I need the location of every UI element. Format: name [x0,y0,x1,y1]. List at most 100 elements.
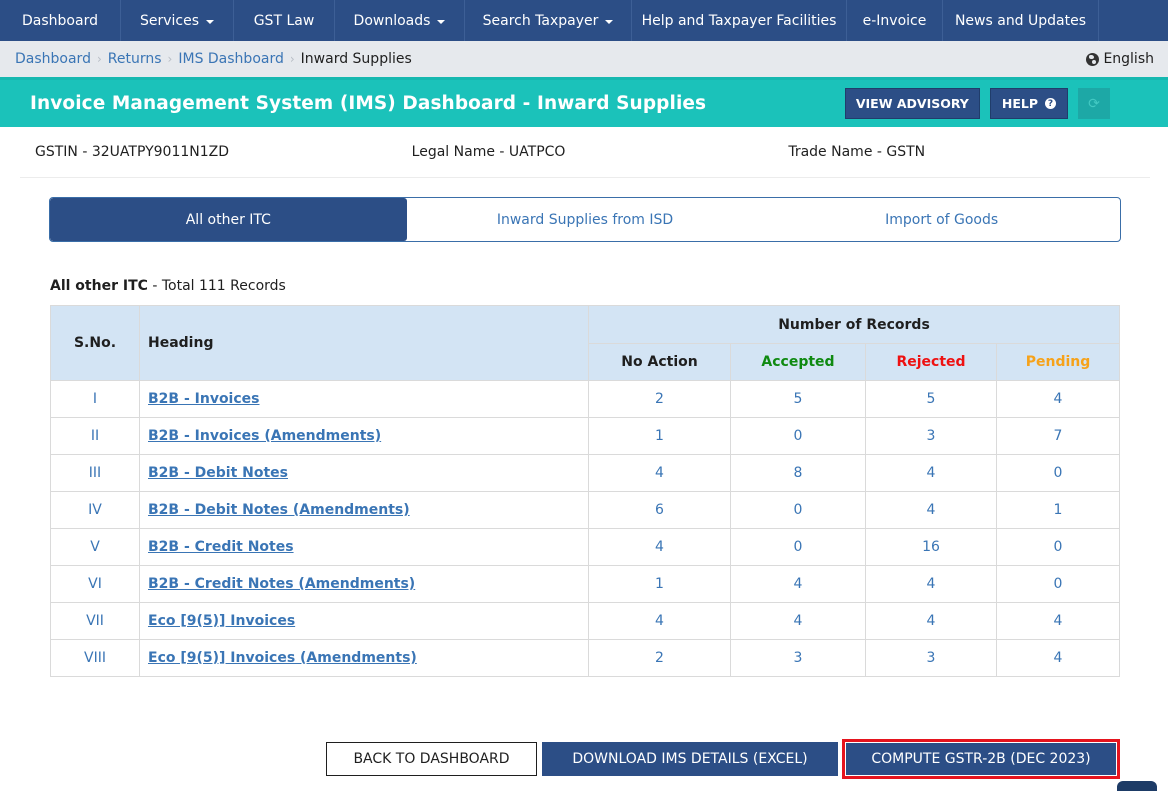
tab-import-of-goods[interactable]: Import of Goods [763,198,1120,241]
pending-count: 4 [996,602,1120,640]
row-sno: IV [50,491,140,529]
back-to-dashboard-button[interactable]: BACK TO DASHBOARD [326,742,537,776]
records-table: S.No. Heading Number of Records No Actio… [50,305,1120,677]
breadcrumb-separator: › [167,52,173,66]
row-sno: VIII [50,639,140,677]
row-heading: B2B - Invoices (Amendments) [139,417,589,455]
breadcrumb: Dashboard › Returns › IMS Dashboard › In… [15,51,412,67]
page-header: Invoice Management System (IMS) Dashboar… [0,77,1168,127]
header-actions: VIEW ADVISORY HELP? ⟳ [844,88,1110,119]
footer-actions: BACK TO DASHBOARD DOWNLOAD IMS DETAILS (… [326,739,1120,779]
breadcrumb-separator: › [289,52,295,66]
col-pending: Pending [996,343,1120,381]
table-row: II B2B - Invoices (Amendments) 1 0 3 7 [50,417,1120,455]
tab-label: Inward Supplies from ISD [496,211,674,228]
col-no-action: No Action [588,343,731,381]
gstin: GSTIN - 32UATPY9011N1ZD [35,144,230,160]
nav-help-taxpayer-facilities[interactable]: Help and Taxpayer Facilities [632,0,847,41]
row-heading: B2B - Credit Notes [139,528,589,566]
breadcrumb-bar: Dashboard › Returns › IMS Dashboard › In… [0,41,1168,77]
records-caption: All other ITC - Total 111 Records [50,278,1168,298]
nav-services[interactable]: Services [121,0,234,41]
breadcrumb-current: Inward Supplies [300,51,412,67]
nav-label: News and Updates [954,12,1087,29]
nav-label: Downloads [353,12,431,29]
help-button[interactable]: HELP? [989,88,1068,119]
row-heading: B2B - Credit Notes (Amendments) [139,565,589,603]
nav-label: Services [139,12,200,29]
tab-inward-supplies-isd[interactable]: Inward Supplies from ISD [407,198,764,241]
col-heading: Heading [139,305,589,381]
col-rejected: Rejected [865,343,997,381]
language-label: English [1103,51,1154,67]
nav-label: GST Law [253,12,315,29]
nav-e-invoice[interactable]: e-Invoice [847,0,943,41]
table-header-row: S.No. Heading Number of Records [50,305,1120,381]
pending-count: 0 [996,454,1120,492]
heading-link-b2b-credit-notes[interactable]: B2B - Credit Notes [148,539,294,555]
caret-down-icon [605,19,614,24]
accepted-count: 3 [730,639,866,677]
compute-gstr2b-button[interactable]: COMPUTE GSTR-2B (DEC 2023) [846,743,1116,775]
accepted-count: 0 [730,417,866,455]
breadcrumb-returns[interactable]: Returns [108,51,162,67]
table-row: IV B2B - Debit Notes (Amendments) 6 0 4 … [50,491,1120,529]
nav-dashboard[interactable]: Dashboard [0,0,121,41]
row-sno: VI [50,565,140,603]
tab-label: All other ITC [185,211,271,228]
breadcrumb-dashboard[interactable]: Dashboard [15,51,91,67]
row-sno: VII [50,602,140,640]
heading-link-b2b-invoices-amendments[interactable]: B2B - Invoices (Amendments) [148,428,381,444]
accepted-count: 5 [730,380,866,418]
row-sno: II [50,417,140,455]
heading-link-b2b-debit-notes-amendments[interactable]: B2B - Debit Notes (Amendments) [148,502,410,518]
heading-link-eco-invoices[interactable]: Eco [9(5)] Invoices [148,613,295,629]
nav-search-taxpayer[interactable]: Search Taxpayer [465,0,632,41]
heading-link-b2b-credit-notes-amendments[interactable]: B2B - Credit Notes (Amendments) [148,576,415,592]
nav-downloads[interactable]: Downloads [335,0,465,41]
nav-label: Help and Taxpayer Facilities [641,12,837,29]
breadcrumb-separator: › [96,52,102,66]
no-action-count: 2 [588,380,731,418]
button-label: VIEW ADVISORY [855,96,969,111]
row-heading: B2B - Debit Notes (Amendments) [139,491,589,529]
button-label: DOWNLOAD IMS DETAILS (EXCEL) [572,751,808,767]
row-heading: Eco [9(5)] Invoices [139,602,589,640]
button-label: HELP [1001,96,1038,111]
heading-link-b2b-debit-notes[interactable]: B2B - Debit Notes [148,465,288,481]
row-heading: B2B - Invoices [139,380,589,418]
nav-news-updates[interactable]: News and Updates [943,0,1099,41]
accepted-count: 0 [730,528,866,566]
section-title: All other ITC [50,278,148,294]
row-sno: I [50,380,140,418]
download-ims-excel-button[interactable]: DOWNLOAD IMS DETAILS (EXCEL) [542,742,838,776]
no-action-count: 1 [588,417,731,455]
nav-label: e-Invoice [862,12,927,29]
refresh-button[interactable]: ⟳ [1078,88,1110,119]
caret-down-icon [206,19,215,24]
pending-count: 4 [996,639,1120,677]
page-title: Invoice Management System (IMS) Dashboar… [30,93,707,114]
row-heading: B2B - Debit Notes [139,454,589,492]
heading-link-b2b-invoices[interactable]: B2B - Invoices [148,391,260,407]
tab-all-other-itc[interactable]: All other ITC [50,198,407,241]
heading-link-eco-invoices-amendments[interactable]: Eco [9(5)] Invoices (Amendments) [148,650,417,666]
caret-down-icon [437,19,446,24]
table-row: VI B2B - Credit Notes (Amendments) 1 4 4… [50,565,1120,603]
accepted-count: 4 [730,602,866,640]
breadcrumb-ims-dashboard[interactable]: IMS Dashboard [178,51,284,67]
nav-gst-law[interactable]: GST Law [234,0,335,41]
row-sno: V [50,528,140,566]
row-heading: Eco [9(5)] Invoices (Amendments) [139,639,589,677]
col-sno: S.No. [50,305,140,381]
rejected-count: 4 [865,565,997,603]
pending-count: 1 [996,491,1120,529]
pending-count: 7 [996,417,1120,455]
taxpayer-info: GSTIN - 32UATPY9011N1ZD Legal Name - UAT… [20,127,1150,178]
no-action-count: 4 [588,602,731,640]
language-selector[interactable]: English [1086,51,1154,67]
scroll-to-top-button[interactable] [1117,781,1157,791]
col-number-of-records: Number of Records [588,305,1120,344]
button-label: COMPUTE GSTR-2B (DEC 2023) [871,751,1091,767]
view-advisory-button[interactable]: VIEW ADVISORY [844,88,980,119]
